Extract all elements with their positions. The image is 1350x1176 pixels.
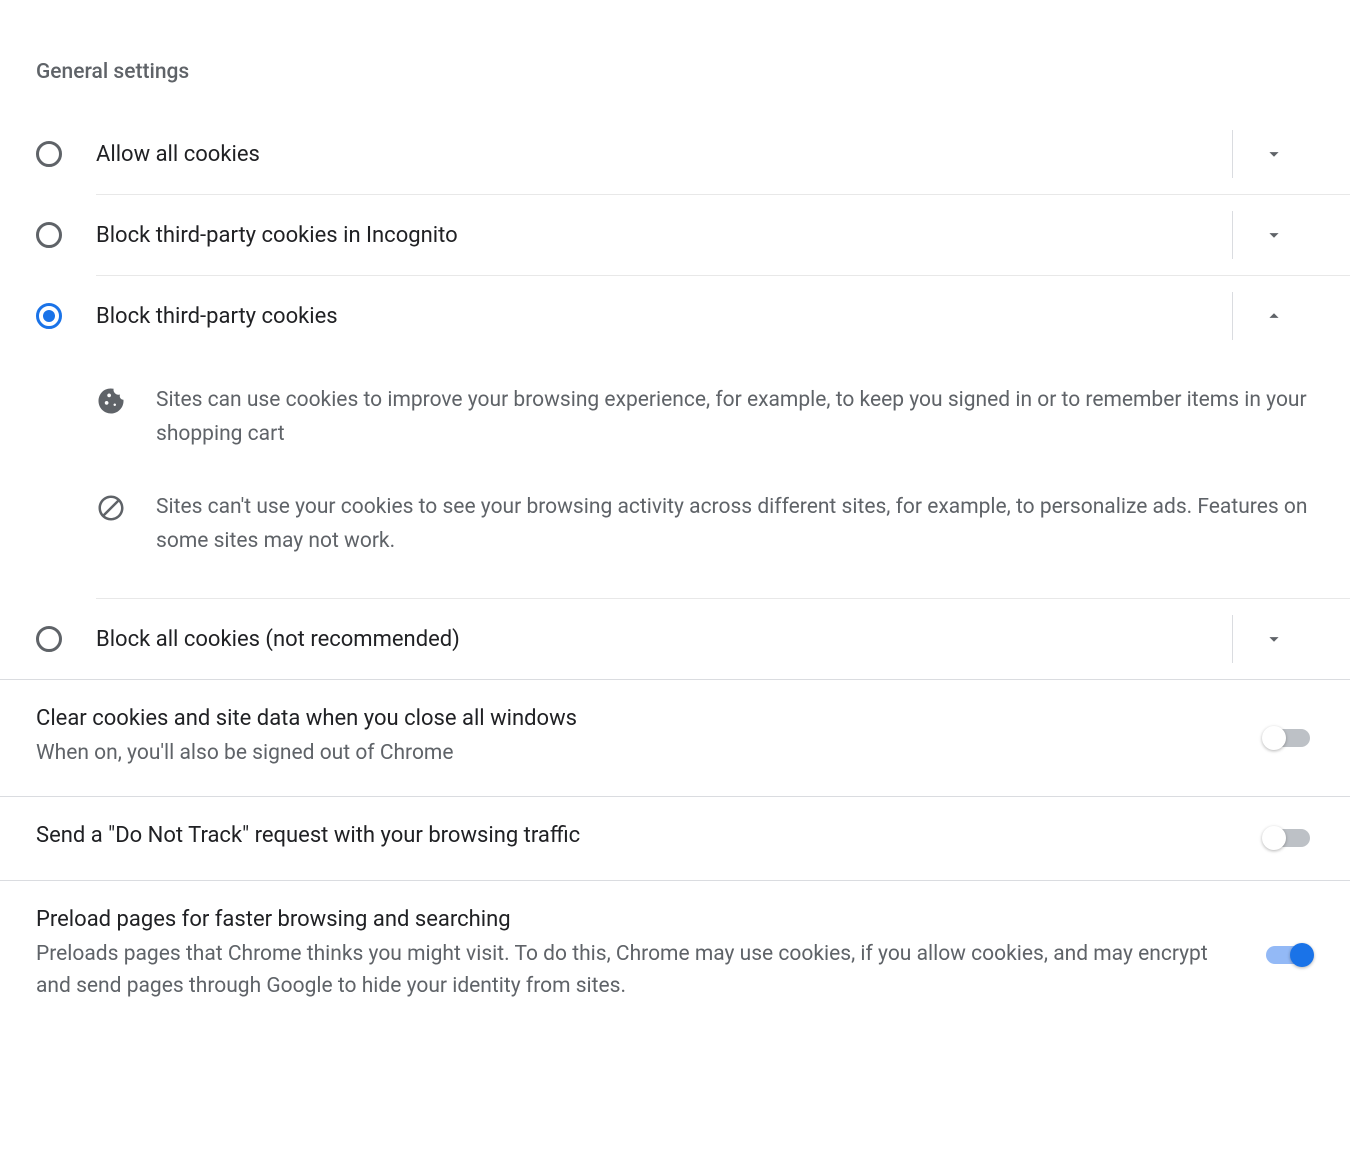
- chevron-down-icon: [1263, 143, 1285, 165]
- toggle-thumb: [1290, 943, 1314, 967]
- toggle-subtitle: Preloads pages that Chrome thinks you mi…: [36, 938, 1238, 1003]
- detail-text: Sites can't use your cookies to see your…: [156, 491, 1314, 558]
- toggle-title: Preload pages for faster browsing and se…: [36, 907, 1238, 932]
- option-label: Block third-party cookies: [96, 304, 1220, 329]
- detail-item: Sites can use cookies to improve your br…: [0, 364, 1350, 471]
- radio-checked-icon: [36, 303, 62, 329]
- toggle-do-not-track: Send a "Do Not Track" request with your …: [0, 797, 1350, 880]
- block-icon: [96, 493, 126, 523]
- detail-item: Sites can't use your cookies to see your…: [0, 471, 1350, 578]
- toggle-subtitle: When on, you'll also be signed out of Ch…: [36, 737, 1238, 770]
- option-allow-all-cookies[interactable]: Allow all cookies: [0, 114, 1350, 194]
- expand-button[interactable]: [1232, 211, 1314, 259]
- section-title: General settings: [0, 60, 1350, 114]
- toggle-title: Clear cookies and site data when you clo…: [36, 706, 1238, 731]
- option-block-third-party[interactable]: Block third-party cookies: [0, 276, 1350, 356]
- toggle-title: Send a "Do Not Track" request with your …: [36, 823, 1238, 848]
- toggle-switch[interactable]: [1262, 726, 1314, 750]
- toggle-thumb: [1262, 726, 1286, 750]
- cookie-icon: [96, 386, 126, 416]
- toggle-text: Preload pages for faster browsing and se…: [36, 907, 1238, 1003]
- radio-unchecked-icon: [36, 222, 62, 248]
- toggle-switch[interactable]: [1262, 943, 1314, 967]
- option-label: Allow all cookies: [96, 142, 1220, 167]
- general-settings-section: General settings Allow all cookies Block…: [0, 0, 1350, 1069]
- radio-unchecked-icon: [36, 626, 62, 652]
- chevron-down-icon: [1263, 224, 1285, 246]
- chevron-down-icon: [1263, 628, 1285, 650]
- detail-text: Sites can use cookies to improve your br…: [156, 384, 1314, 451]
- option-block-all-cookies[interactable]: Block all cookies (not recommended): [0, 599, 1350, 679]
- toggle-preload-pages: Preload pages for faster browsing and se…: [0, 881, 1350, 1029]
- option-details: Sites can use cookies to improve your br…: [0, 356, 1350, 598]
- expand-button[interactable]: [1232, 615, 1314, 663]
- toggle-text: Send a "Do Not Track" request with your …: [36, 823, 1238, 854]
- toggle-switch[interactable]: [1262, 826, 1314, 850]
- toggle-clear-cookies-on-close: Clear cookies and site data when you clo…: [0, 680, 1350, 796]
- toggle-text: Clear cookies and site data when you clo…: [36, 706, 1238, 770]
- chevron-up-icon: [1263, 305, 1285, 327]
- option-label: Block all cookies (not recommended): [96, 627, 1220, 652]
- option-block-third-party-incognito[interactable]: Block third-party cookies in Incognito: [0, 195, 1350, 275]
- option-label: Block third-party cookies in Incognito: [96, 223, 1220, 248]
- radio-unchecked-icon: [36, 141, 62, 167]
- collapse-button[interactable]: [1232, 292, 1314, 340]
- expand-button[interactable]: [1232, 130, 1314, 178]
